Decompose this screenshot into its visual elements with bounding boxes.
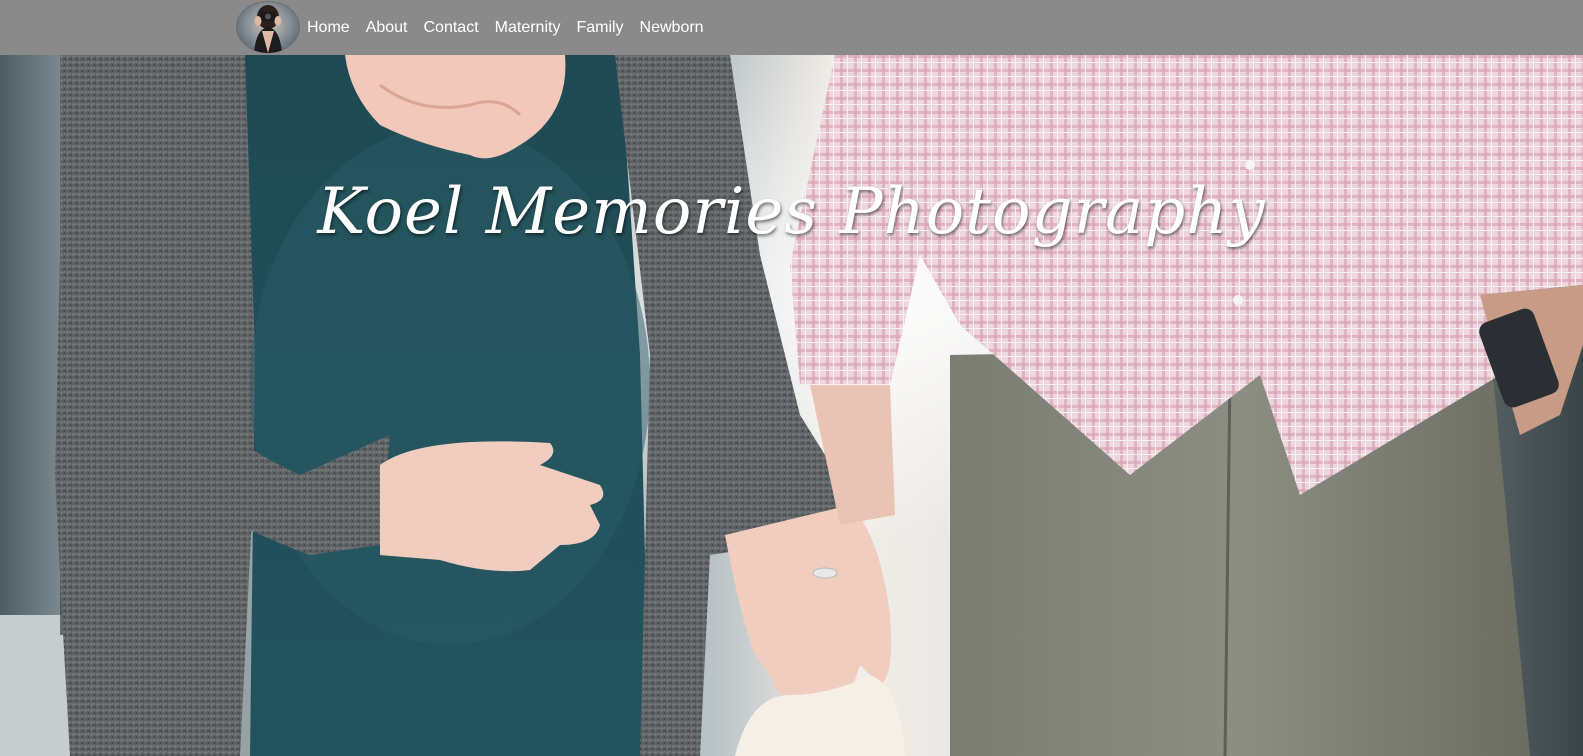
nav-links: Home About Contact Maternity Family Newb…: [307, 0, 720, 55]
nav-newborn[interactable]: Newborn: [640, 0, 704, 55]
hero-title: Koel Memories Photography: [317, 175, 1266, 249]
nav-home[interactable]: Home: [307, 0, 350, 55]
logo-avatar[interactable]: [236, 1, 300, 53]
nav-contact[interactable]: Contact: [424, 0, 479, 55]
hero-section: Koel Memories Photography: [0, 55, 1583, 756]
photographer-icon: [254, 5, 282, 53]
hero-photo: [0, 55, 1583, 756]
navbar: Home About Contact Maternity Family Newb…: [0, 0, 1583, 55]
nav-about[interactable]: About: [366, 0, 408, 55]
nav-family[interactable]: Family: [576, 0, 623, 55]
nav-maternity[interactable]: Maternity: [495, 0, 561, 55]
page: Home About Contact Maternity Family Newb…: [0, 0, 1583, 756]
